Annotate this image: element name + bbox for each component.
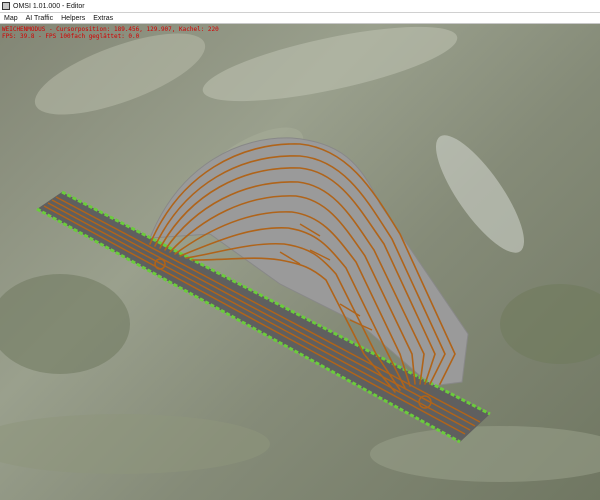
menu-bar: Map AI Traffic Helpers Extras xyxy=(0,13,600,24)
menu-extras[interactable]: Extras xyxy=(89,15,117,22)
fps-line: FPS: 39.8 - FPS 100fach geglättet: 0.0 xyxy=(2,33,140,40)
menu-ai-traffic[interactable]: AI Traffic xyxy=(22,15,58,22)
editor-window: OMSI 1.01.000 - Editor Map AI Traffic He… xyxy=(0,0,600,500)
menu-map[interactable]: Map xyxy=(0,15,22,22)
cursor-status-line: WEICHENMODUS - Cursorposition: 189.456, … xyxy=(2,26,219,33)
app-icon[interactable] xyxy=(2,2,10,10)
title-bar[interactable]: OMSI 1.01.000 - Editor xyxy=(0,0,600,13)
window-title: OMSI 1.01.000 - Editor xyxy=(13,2,85,10)
3d-viewport[interactable]: WEICHENMODUS - Cursorposition: 189.456, … xyxy=(0,24,600,500)
scene-render[interactable] xyxy=(0,24,600,500)
menu-helpers[interactable]: Helpers xyxy=(57,15,89,22)
status-overlay: WEICHENMODUS - Cursorposition: 189.456, … xyxy=(2,26,219,40)
